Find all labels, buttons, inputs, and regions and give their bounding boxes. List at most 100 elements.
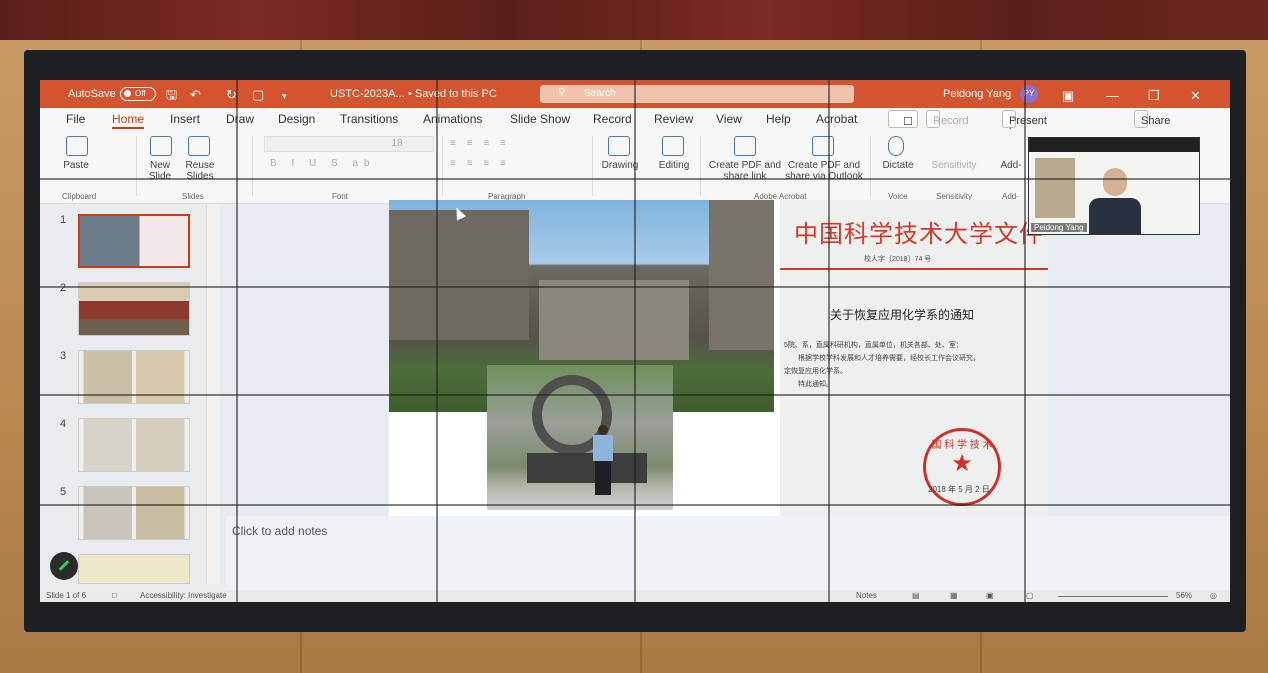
slide-thumbnail-4[interactable] (78, 418, 190, 472)
font-size-select[interactable]: 18 (382, 138, 412, 149)
restore-icon[interactable]: ❐ (1148, 88, 1160, 104)
align-icons[interactable]: ≡ ≡ ≡ ≡ (450, 158, 590, 169)
sensitivity-label[interactable]: Sensitivity (926, 160, 982, 171)
zoom-level[interactable]: 56% (1176, 591, 1192, 600)
tab-record[interactable]: Record (593, 112, 632, 126)
ribbon-display-icon[interactable]: ▣ (1062, 88, 1074, 104)
reuse-slides-icon[interactable] (188, 136, 210, 156)
group-font: Font (332, 192, 349, 201)
building-right (709, 200, 774, 350)
slide-thumbnail-2[interactable] (78, 282, 190, 336)
thumb-number: 2 (60, 282, 67, 294)
divider (700, 136, 701, 196)
tab-slide-show[interactable]: Slide Show (510, 112, 570, 126)
tab-draw[interactable]: Draw (226, 112, 254, 126)
tab-home[interactable]: Home (112, 112, 145, 129)
avatar[interactable]: PY (1020, 85, 1038, 103)
microphone-icon[interactable] (888, 136, 904, 156)
tab-design[interactable]: Design (278, 112, 315, 126)
tab-transitions[interactable]: Transitions (340, 112, 398, 126)
document-line: 5院、系，直属科研机构，直属单位，机关各部、处、室： (784, 342, 963, 349)
screen-seam (40, 394, 1230, 396)
create-pdf-icon[interactable] (734, 136, 756, 156)
tab-file[interactable]: File (66, 112, 85, 126)
undo-icon[interactable]: ↶ (190, 88, 201, 102)
fit-slide-icon[interactable]: ◎ (1210, 591, 1217, 600)
slide-thumbnail-5[interactable] (78, 486, 190, 540)
thumb-number: 4 (60, 418, 67, 430)
star-icon: ★ (951, 450, 973, 477)
tab-review[interactable]: Review (654, 112, 693, 126)
official-document-image[interactable]: 中国科学技术大学文件 校人字〔2018〕74 号 关于恢复应用化学系的通知 5院… (780, 200, 1048, 518)
save-icon[interactable]: 🖫 (166, 88, 177, 102)
share-button[interactable]: Share (1134, 110, 1170, 128)
tab-acrobat[interactable]: Acrobat (816, 112, 857, 126)
document-subject: 关于恢复应用化学系的通知 (830, 308, 975, 322)
font-format-icons[interactable]: B I U S ab (270, 158, 430, 169)
tab-help[interactable]: Help (766, 112, 791, 126)
present-in-teams-button[interactable]: Present in Teams (1002, 110, 1047, 151)
thumb-number: 3 (60, 350, 67, 362)
minimize-icon[interactable]: — (1106, 88, 1119, 103)
present-icon[interactable]: ▢ (252, 88, 264, 102)
close-icon[interactable]: ✕ (1190, 88, 1201, 104)
document-heading: 中国科学技术大学文件 (794, 220, 1044, 248)
notes-toggle[interactable]: Notes (856, 591, 877, 600)
video-toolbar[interactable] (1029, 138, 1199, 152)
building-center (539, 280, 689, 360)
document-line: 根据学校学科发展和人才培养需要，经校长工作会议研究， (798, 355, 980, 362)
record-button[interactable]: Record (926, 110, 968, 128)
create-pdf-outlook-icon[interactable] (812, 136, 834, 156)
addins-label[interactable]: Add- (996, 160, 1026, 171)
editing-icon[interactable] (662, 136, 684, 156)
normal-view-icon[interactable]: ▤ (912, 591, 920, 600)
slide-thumbnails-pane: 1 2 3 4 5 (40, 204, 226, 590)
building-left (389, 210, 529, 340)
spelling-icon[interactable]: □ (112, 591, 117, 600)
screen-seam (634, 80, 636, 602)
tab-insert[interactable]: Insert (170, 112, 200, 126)
tab-animations[interactable]: Animations (423, 112, 482, 126)
editing-label[interactable]: Editing (650, 160, 698, 171)
comments-button[interactable]: ☐ (888, 110, 918, 128)
zoom-slider[interactable] (1058, 596, 1168, 597)
group-slides: Slides (182, 192, 204, 201)
drawing-label[interactable]: Drawing (596, 160, 644, 171)
bullets-icons[interactable]: ≡ ≡ ≡ ≡ (450, 138, 590, 149)
teams-video-overlay[interactable]: Peidong Yang (1028, 137, 1200, 235)
person-with-sculpture-photo[interactable] (487, 365, 673, 510)
powerpoint-window: AutoSave Off 🖫 ↶ ↻ ▢ ▾ USTC-2023A... • S… (40, 80, 1230, 602)
tab-view[interactable]: View (716, 112, 742, 126)
screen-seam (40, 504, 1230, 506)
screen-seam (236, 80, 238, 602)
screen-seam (436, 80, 438, 602)
reading-view-icon[interactable]: ▣ (986, 591, 994, 600)
new-slide-icon[interactable] (150, 136, 172, 156)
notes-pane[interactable]: Click to add notes (226, 516, 1230, 590)
comment-icon: ☐ (903, 116, 913, 128)
document-number: 校人字〔2018〕74 号 (864, 256, 932, 263)
divider (136, 136, 137, 196)
search-input[interactable]: ⚲ Search (540, 85, 854, 103)
screen-seam (1024, 80, 1026, 602)
paste-label[interactable]: Paste (58, 160, 94, 171)
participant-name: Peidong Yang (1031, 223, 1087, 232)
slide-thumbnail-6[interactable] (78, 554, 190, 584)
customize-icon[interactable]: ▾ (282, 89, 287, 103)
paste-icon[interactable] (66, 136, 88, 156)
drawing-icon[interactable] (608, 136, 630, 156)
autosave-toggle[interactable]: Off (120, 87, 156, 101)
user-name[interactable]: Peidong Yang (943, 88, 1011, 100)
slide-thumbnail-1[interactable] (78, 214, 190, 268)
stage-curtain (0, 0, 1268, 40)
accessibility-status[interactable]: Accessibility: Investigate (140, 591, 227, 600)
save-status[interactable]: • Saved to this PC (408, 88, 497, 100)
notes-placeholder[interactable]: Click to add notes (232, 524, 327, 538)
screen-seam (40, 286, 1230, 288)
slide-counter: Slide 1 of 6 (46, 591, 87, 600)
slideshow-icon[interactable]: ▢ (1026, 591, 1034, 600)
screen-seam (828, 80, 830, 602)
dictate-label[interactable]: Dictate (876, 160, 920, 171)
slide-sorter-icon[interactable]: ▦ (950, 591, 958, 600)
pen-tool-button[interactable] (50, 552, 78, 580)
